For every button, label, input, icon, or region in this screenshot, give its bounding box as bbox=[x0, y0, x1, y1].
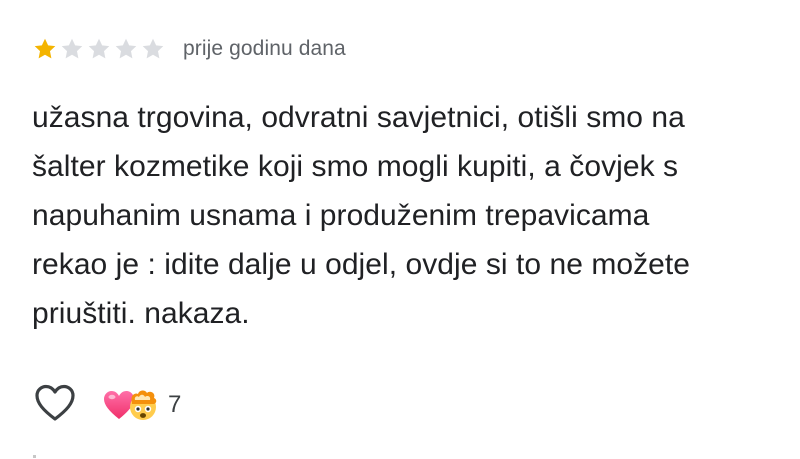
reaction-count: 7 bbox=[168, 391, 182, 418]
reaction-emojis bbox=[102, 387, 162, 423]
divider-dot bbox=[33, 455, 36, 458]
star-empty-icon bbox=[86, 36, 112, 62]
star-empty-icon bbox=[113, 36, 139, 62]
review-text-line: užasna trgovina, odvratni savjetnici, ot… bbox=[32, 101, 685, 134]
star-rating bbox=[32, 36, 166, 62]
exploding-head-emoji-icon bbox=[126, 388, 160, 427]
like-button[interactable] bbox=[32, 382, 78, 428]
review-body: užasna trgovina, odvratni savjetnici, ot… bbox=[32, 93, 772, 338]
star-empty-icon bbox=[59, 36, 85, 62]
reactions-summary[interactable]: 7 bbox=[102, 387, 181, 423]
review-header: prije godinu dana bbox=[32, 34, 346, 64]
star-filled-icon bbox=[32, 36, 58, 62]
review-card: prije godinu dana užasna trgovina, odvra… bbox=[0, 0, 800, 459]
star-empty-icon bbox=[140, 36, 166, 62]
review-actions: 7 bbox=[32, 382, 181, 428]
review-text-line: šalter kozmetike koji smo mogli kupiti, … bbox=[32, 150, 679, 183]
heart-outline-icon bbox=[33, 383, 77, 428]
review-text-line: rekao je : idite dalje u odjel, ovdje si… bbox=[32, 248, 691, 281]
review-timestamp: prije godinu dana bbox=[183, 37, 346, 60]
review-text-line: napuhanim usnama i produženim trepavicam… bbox=[32, 199, 650, 232]
review-text-line: priuštiti. nakaza. bbox=[32, 297, 250, 330]
